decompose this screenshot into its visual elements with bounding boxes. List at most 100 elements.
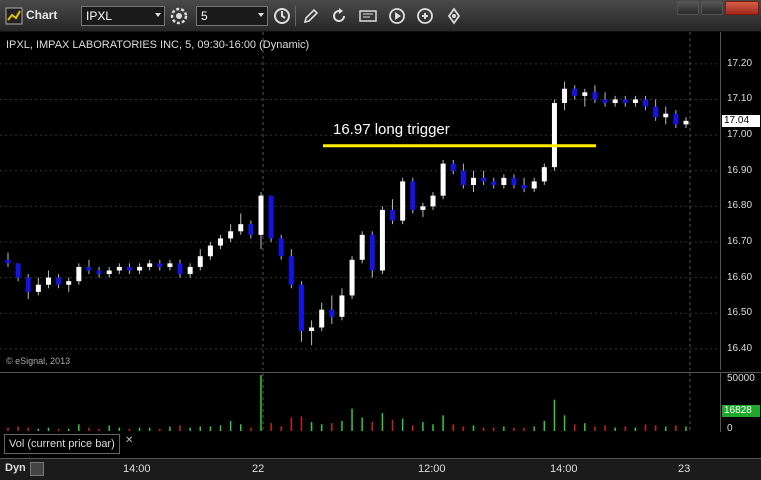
candle-body — [197, 256, 203, 267]
candle-body — [45, 277, 51, 285]
price-axis: 17.20 17.10 17.00 16.90 16.80 16.70 16.60 16.50… — [720, 32, 761, 370]
symbol-input[interactable]: IPXL — [81, 6, 165, 26]
interval-value: 5 — [201, 9, 208, 23]
chevron-down-icon[interactable] — [258, 13, 264, 17]
candle-body — [622, 99, 628, 104]
maximize-button[interactable] — [701, 1, 723, 15]
price-tick-label: 16.40 — [727, 342, 753, 354]
candle-body — [551, 103, 557, 168]
candle-body — [238, 224, 244, 232]
candle-body — [187, 266, 193, 275]
toolbar: Chart IPXL 5 — [0, 0, 761, 32]
candle-body — [96, 270, 102, 275]
price-tick-label: 16.90 — [727, 164, 753, 176]
candle-body — [35, 284, 41, 292]
symbol-value: IPXL — [86, 9, 113, 23]
candle-body — [319, 309, 325, 328]
chart-window-icon[interactable] — [4, 6, 24, 26]
pencil-icon[interactable] — [301, 6, 321, 26]
candle-body — [228, 231, 234, 239]
candle-body — [572, 88, 578, 96]
price-tick-label: 17.10 — [727, 93, 753, 105]
price-chart[interactable]: IPXL, IMPAX LABORATORIES INC, 5, 09:30-1… — [0, 32, 720, 370]
current-price-flag: 17.04 — [722, 114, 760, 127]
candle-body — [562, 88, 568, 104]
time-tick-label: 12:00 — [418, 463, 446, 475]
refresh-icon[interactable] — [329, 6, 349, 26]
price-tick-label: 16.80 — [727, 200, 753, 212]
candle-body — [147, 263, 153, 267]
candle-body — [643, 99, 649, 107]
candle-body — [602, 99, 608, 104]
price-chart-canvas[interactable]: IPXL, IMPAX LABORATORIES INC, 5, 09:30-1… — [0, 32, 720, 370]
candle-body — [25, 277, 31, 292]
dyn-toggle-icon[interactable] — [30, 462, 44, 476]
price-tick-label: 16.60 — [727, 271, 753, 283]
time-axis: Dyn 14:00 22 12:00 14:00 23 — [0, 458, 761, 480]
candle-body — [653, 106, 659, 118]
candle-body — [116, 266, 122, 271]
candle-body — [278, 238, 284, 257]
candle-body — [673, 113, 679, 125]
volume-tick-label: 50000 — [727, 373, 755, 384]
candle-body — [309, 327, 315, 332]
candle-body — [258, 195, 264, 235]
candle-body — [76, 266, 82, 282]
close-icon[interactable]: ✕ — [125, 435, 133, 446]
candle-body — [683, 120, 689, 125]
clock-icon[interactable] — [272, 6, 292, 26]
candle-body — [288, 256, 294, 285]
close-button[interactable] — [725, 1, 759, 15]
volume-axis: 50000 0 16828 — [720, 372, 761, 434]
dyn-label[interactable]: Dyn — [5, 462, 26, 474]
candle-body — [541, 167, 547, 182]
volume-chart-canvas[interactable] — [0, 373, 720, 433]
candle-body — [501, 177, 507, 185]
candle-body — [470, 177, 476, 185]
trigger-annotation: 16.97 long trigger — [333, 121, 450, 138]
candle-body — [440, 163, 446, 196]
candle-body — [481, 177, 487, 182]
candle-body — [177, 263, 183, 275]
candle-body — [632, 99, 638, 104]
candle-body — [460, 170, 466, 185]
price-tick-label: 16.70 — [727, 235, 753, 247]
candle-body — [218, 238, 224, 246]
candle-body — [369, 234, 375, 271]
time-tick-label: 22 — [252, 463, 265, 475]
toolbar-separator — [295, 6, 296, 26]
study-label[interactable]: Vol (current price bar) — [4, 434, 120, 454]
candle-body — [420, 206, 426, 210]
candle-body — [137, 266, 143, 271]
candle-body — [86, 266, 92, 271]
candle-body — [126, 266, 132, 271]
candle-body — [390, 209, 396, 221]
candle-body — [268, 195, 274, 239]
quote-icon[interactable] — [358, 6, 378, 26]
candle-body — [379, 209, 385, 271]
chart-header: IPXL, IMPAX LABORATORIES INC, 5, 09:30-1… — [6, 39, 309, 51]
move-icon[interactable] — [444, 6, 464, 26]
candle-body — [521, 184, 527, 189]
window-title: Chart — [26, 8, 58, 22]
minimize-button[interactable] — [677, 1, 699, 15]
candle-body — [450, 163, 456, 171]
link-icon[interactable] — [415, 6, 435, 26]
chevron-down-icon[interactable] — [155, 13, 161, 17]
candle-body — [167, 263, 173, 267]
candle-body — [56, 277, 62, 285]
candle-body — [582, 92, 588, 96]
candle-body — [430, 195, 436, 207]
candle-body — [359, 234, 365, 260]
candle-body — [663, 113, 669, 118]
candle-body — [66, 281, 72, 285]
settings-icon[interactable] — [169, 6, 189, 26]
candle-body — [329, 309, 335, 317]
candle-body — [5, 259, 11, 264]
candle-body — [248, 224, 254, 235]
price-tick-label: 17.20 — [727, 57, 753, 69]
interval-input[interactable]: 5 — [196, 6, 268, 26]
current-volume-flag: 16828 — [722, 405, 760, 417]
volume-chart[interactable] — [0, 372, 720, 433]
play-icon[interactable] — [387, 6, 407, 26]
